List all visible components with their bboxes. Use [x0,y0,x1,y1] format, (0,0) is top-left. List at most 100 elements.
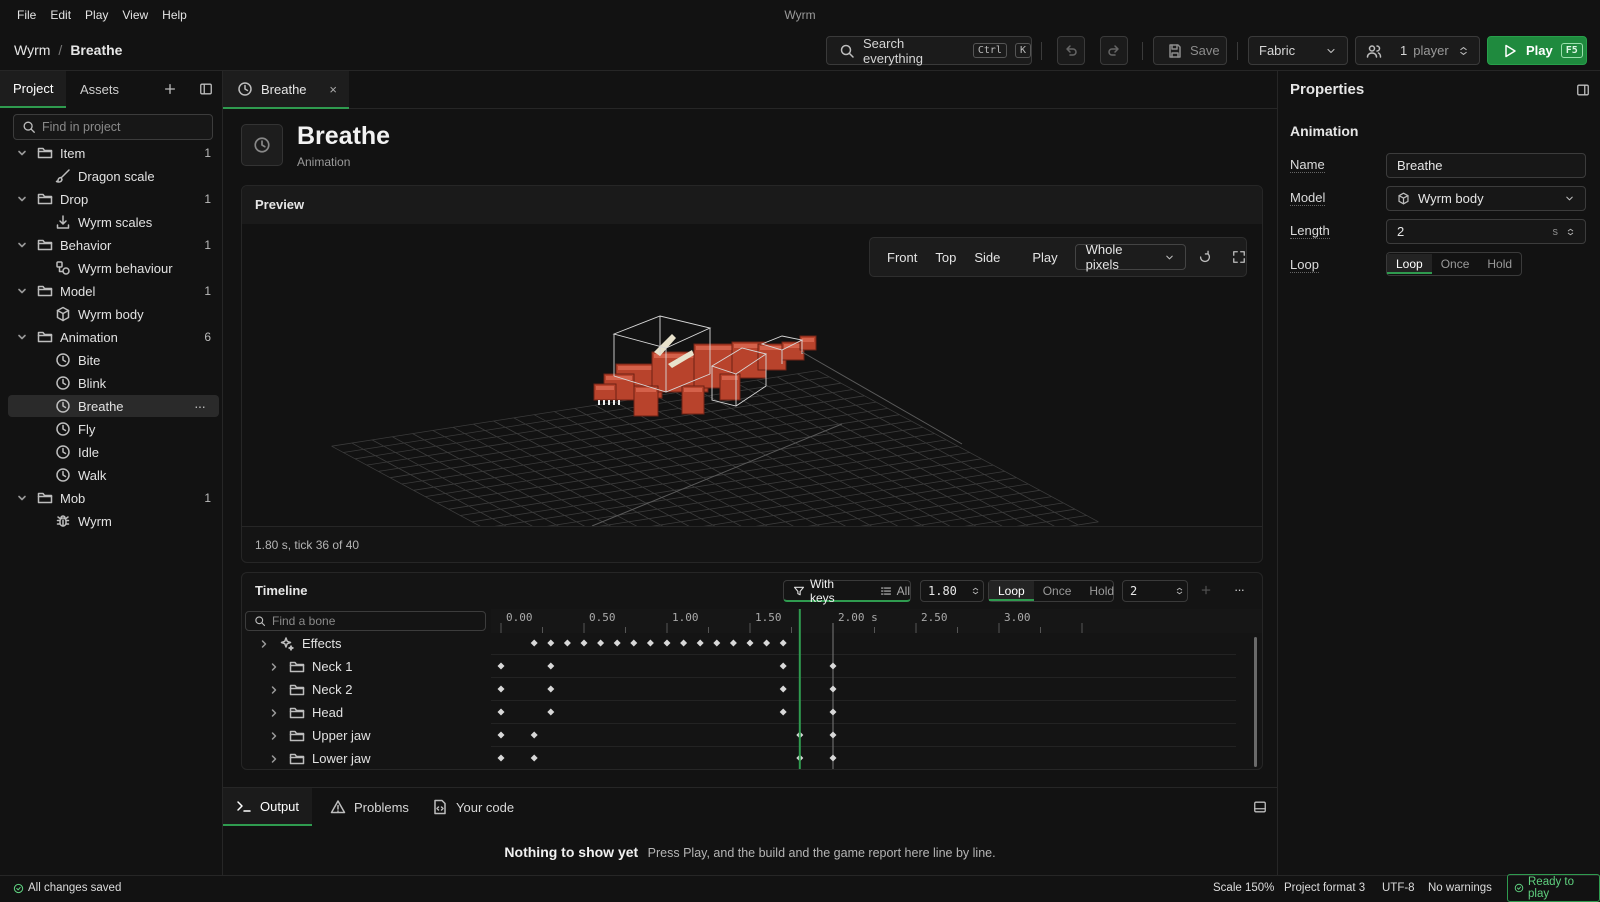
keyframe[interactable] [563,639,571,647]
panel-layout-icon[interactable] [1253,800,1267,814]
bone-row-head[interactable]: Head [242,701,487,724]
scrollbar[interactable] [1254,637,1257,767]
keyframe[interactable] [547,708,555,716]
time-input[interactable]: 1.80 [920,580,984,602]
tab-output[interactable]: Output [223,788,313,826]
tree-item-walk[interactable]: Walk [8,464,219,486]
keyframe[interactable] [829,754,837,762]
keyframe[interactable] [680,639,688,647]
fullscreen-icon[interactable] [1232,250,1246,264]
mode-loop[interactable]: Loop [989,581,1034,601]
preview-play-button[interactable]: Play [1023,250,1066,265]
keyframe[interactable] [829,708,837,716]
tree-folder-item[interactable]: Item 1 [8,142,219,164]
panel-toggle-icon[interactable] [199,82,213,96]
bone-row-neck-1[interactable]: Neck 1 [242,655,487,678]
keyframe[interactable] [497,685,505,693]
3d-viewport[interactable]: Front Top Side Play Whole pixels [242,224,1262,526]
keyframe[interactable] [497,731,505,739]
keyframe[interactable] [530,639,538,647]
bone-row-effects[interactable]: Effects [242,632,487,655]
bone-row-upper-jaw[interactable]: Upper jaw [242,724,487,747]
model-select[interactable]: Wyrm body [1386,186,1586,211]
keyframe[interactable] [497,754,505,762]
close-icon[interactable]: × [329,82,337,97]
editor-tab-breathe[interactable]: Breathe × [223,71,349,109]
loader-select[interactable]: Fabric [1248,36,1348,65]
play-button[interactable]: Play F5 [1487,36,1587,65]
tree-folder-model[interactable]: Model 1 [8,280,219,302]
tree-item-dragon-scale[interactable]: Dragon scale [8,165,219,187]
tree-item-fly[interactable]: Fly [8,418,219,440]
chevron-down-icon[interactable] [17,332,27,342]
chevron-down-icon[interactable] [17,148,27,158]
keyframe[interactable] [613,639,621,647]
tree-item-wyrm-scales[interactable]: Wyrm scales [8,211,219,233]
more-icon[interactable]: ··· [194,398,206,414]
bone-row-neck-2[interactable]: Neck 2 [242,678,487,701]
keyframe[interactable] [779,685,787,693]
tab-your-code[interactable]: Your code [432,788,514,826]
chevron-down-icon[interactable] [17,493,27,503]
mode-once[interactable]: Once [1432,254,1479,274]
chevron-right-icon[interactable] [269,685,279,695]
keyframe[interactable] [763,639,771,647]
filter-with-keys-button[interactable]: With keys All [783,577,911,605]
keyframe[interactable] [729,639,737,647]
length-field[interactable]: 2 s [1386,219,1586,244]
keyframe[interactable] [547,662,555,670]
tree-item-blink[interactable]: Blink [8,372,219,394]
menu-help[interactable]: Help [155,8,194,22]
tab-problems[interactable]: Problems [330,788,409,826]
chevron-right-icon[interactable] [269,754,279,764]
view-side-button[interactable]: Side [965,250,1009,265]
keyframe[interactable] [663,639,671,647]
keyframe[interactable] [746,639,754,647]
tree-folder-behavior[interactable]: Behavior 1 [8,234,219,256]
keyframe[interactable] [696,639,704,647]
keyframe[interactable] [779,708,787,716]
chevron-down-icon[interactable] [17,240,27,250]
name-field[interactable]: Breathe [1386,153,1586,178]
search-everything-button[interactable]: Search everything Ctrl K [826,36,1032,66]
tree-item-wyrm-body[interactable]: Wyrm body [8,303,219,325]
length-input[interactable]: 2 [1122,580,1188,602]
keyframe[interactable] [497,662,505,670]
menu-view[interactable]: View [115,8,155,22]
menu-file[interactable]: File [10,8,43,22]
keyframe-tracks[interactable]: 0.00 0.50 1.00 1.50 2.00 s 2.50 3.00 [491,609,1262,769]
project-search-input[interactable] [42,120,202,134]
tree-folder-drop[interactable]: Drop 1 [8,188,219,210]
chevron-down-icon[interactable] [17,286,27,296]
view-front-button[interactable]: Front [878,250,926,265]
project-search[interactable] [13,114,213,140]
keyframe[interactable] [779,639,787,647]
mode-hold[interactable]: Hold [1080,581,1123,601]
chevron-right-icon[interactable] [259,639,269,649]
breadcrumb-project[interactable]: Wyrm [14,42,50,58]
tab-assets[interactable]: Assets [67,71,132,108]
keyframe[interactable] [713,639,721,647]
keyframe[interactable] [597,639,605,647]
reset-view-icon[interactable] [1198,250,1212,264]
redo-button[interactable] [1100,36,1128,65]
chevron-right-icon[interactable] [269,708,279,718]
keyframe[interactable] [530,754,538,762]
keyframe[interactable] [547,639,555,647]
mode-once[interactable]: Once [1034,581,1081,601]
keyframe[interactable] [580,639,588,647]
chevron-right-icon[interactable] [269,662,279,672]
add-icon[interactable] [163,82,177,96]
chevron-right-icon[interactable] [269,731,279,741]
bone-search[interactable] [245,611,486,631]
keyframe[interactable] [829,662,837,670]
bone-search-input[interactable] [272,614,472,628]
keyframe[interactable] [530,731,538,739]
panel-toggle-icon[interactable] [1576,83,1590,97]
view-top-button[interactable]: Top [926,250,965,265]
chevron-down-icon[interactable] [17,194,27,204]
tree-item-breathe[interactable]: Breathe ··· [8,395,219,417]
players-stepper[interactable]: 1 player [1355,36,1480,65]
bone-row-lower-jaw[interactable]: Lower jaw [242,747,487,769]
add-key-icon[interactable] [1200,584,1212,596]
